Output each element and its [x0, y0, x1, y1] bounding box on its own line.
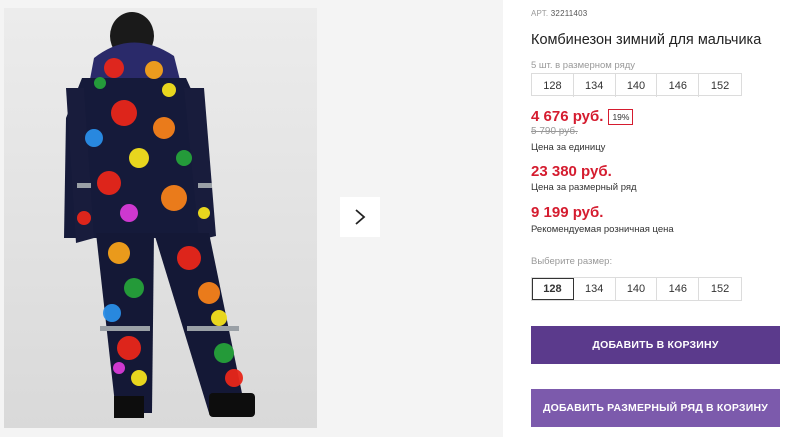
- article: АРТ. 32211403: [531, 9, 587, 18]
- pack-size-152: 152: [710, 79, 730, 92]
- size-option-152[interactable]: 152: [699, 278, 741, 300]
- product-info: АРТ. 32211403 Комбинезон зимний для маль…: [531, 0, 791, 437]
- product-gallery: [0, 0, 503, 437]
- article-label: АРТ.: [531, 9, 549, 18]
- add-pack-to-cart-button[interactable]: ДОБАВИТЬ РАЗМЕРНЫЙ РЯД В КОРЗИНУ: [531, 389, 780, 427]
- pack-sizes: 128 134 140 146 152: [531, 73, 742, 97]
- size-option-146[interactable]: 146: [657, 278, 700, 300]
- product-photo-illustration: [64, 12, 255, 418]
- chevron-right-icon: [355, 209, 366, 225]
- current-price-row: 4 676 руб. 19%: [531, 108, 634, 125]
- size-option-128[interactable]: 128: [532, 278, 574, 300]
- choose-size-label: Выберите размер:: [531, 256, 613, 267]
- pack-size-label: 5 шт. в размерном ряду: [531, 60, 636, 71]
- unit-price-label: Цена за единицу: [531, 142, 606, 153]
- pack-size-140: 140: [616, 74, 658, 97]
- current-price: 4 676 руб.: [531, 108, 604, 125]
- discount-badge: 19%: [608, 108, 634, 125]
- retail-price: 9 199 руб.: [531, 204, 604, 221]
- add-to-cart-button[interactable]: ДОБАВИТЬ В КОРЗИНУ: [531, 326, 780, 364]
- pack-price: 23 380 руб.: [531, 163, 612, 180]
- size-picker: 128 134 140 146 152: [531, 277, 742, 301]
- pack-size-134: 134: [574, 74, 616, 97]
- old-price: 5 790 руб.: [531, 126, 578, 137]
- pack-size-146: 146: [657, 74, 700, 97]
- article-number: 32211403: [550, 9, 588, 18]
- size-option-134[interactable]: 134: [574, 278, 616, 300]
- pack-size-128: 128: [532, 74, 574, 97]
- product-title: Комбинезон зимний для мальчика: [531, 32, 762, 48]
- product-photo[interactable]: [4, 8, 317, 428]
- retail-price-label: Рекомендуемая розничная цена: [531, 224, 674, 235]
- pack-price-label: Цена за размерный ряд: [531, 182, 637, 193]
- size-option-140[interactable]: 140: [616, 278, 658, 300]
- gallery-next-button[interactable]: [340, 197, 380, 237]
